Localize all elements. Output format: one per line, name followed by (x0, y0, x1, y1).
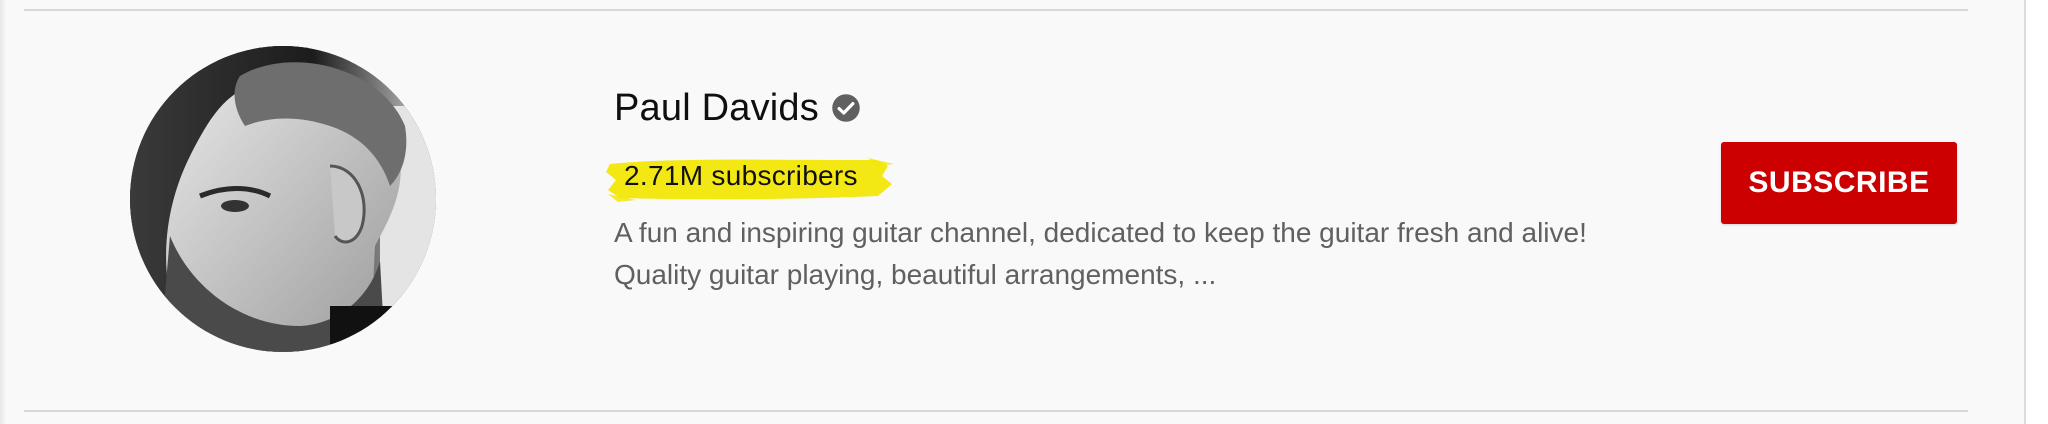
description-line: Quality guitar playing, beautiful arrang… (614, 259, 1217, 290)
divider-bottom (24, 410, 1968, 412)
avatar-photo (130, 46, 436, 352)
divider-top (24, 9, 1968, 11)
subscribe-button[interactable]: SUBSCRIBE (1721, 142, 1957, 224)
page-edge-right (2024, 0, 2048, 424)
channel-avatar[interactable] (130, 46, 436, 352)
channel-info: Paul Davids 2.71M subscribers A fun and … (606, 80, 1674, 296)
check-circle-icon (831, 93, 861, 123)
page-edge-shadow (0, 0, 6, 424)
subscriber-count: 2.71M subscribers (624, 160, 858, 191)
channel-description: A fun and inspiring guitar channel, dedi… (614, 212, 1674, 296)
channel-name-row: Paul Davids (614, 80, 1674, 136)
channel-name[interactable]: Paul Davids (614, 87, 819, 130)
description-line: A fun and inspiring guitar channel, dedi… (614, 217, 1587, 248)
subscriber-row: 2.71M subscribers (606, 158, 894, 202)
